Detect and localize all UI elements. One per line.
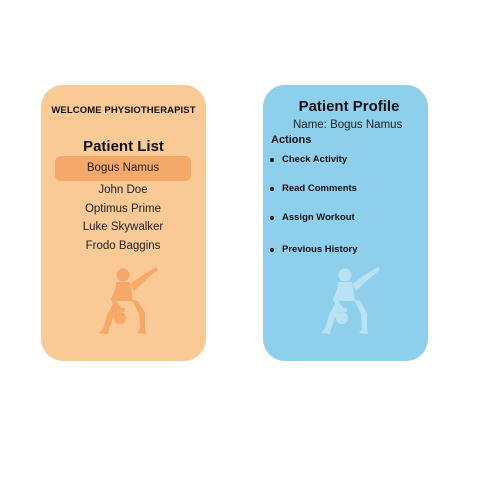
action-read-comments[interactable]: Read Comments	[269, 183, 358, 212]
action-label: Previous History	[282, 244, 358, 255]
action-assign-workout[interactable]: Assign Workout	[269, 212, 358, 241]
bullet-icon	[270, 216, 274, 220]
athlete-figure-icon	[321, 267, 380, 334]
athlete-figure-icon	[99, 267, 158, 334]
patient-item[interactable]: Luke Skywalker	[55, 218, 191, 237]
action-list: Check Activity Read Comments Assign Work…	[269, 154, 358, 273]
action-check-activity[interactable]: Check Activity	[269, 154, 358, 183]
actions-label: Actions	[271, 134, 312, 146]
patient-item[interactable]: Optimus Prime	[55, 200, 191, 219]
action-label: Assign Workout	[282, 212, 355, 223]
bullet-icon	[270, 158, 274, 162]
patient-profile-panel: Patient Profile Name: Bogus Namus Action…	[263, 85, 428, 361]
patient-item-selected[interactable]: Bogus Namus	[55, 156, 191, 181]
profile-name: Name: Bogus Namus	[293, 119, 403, 131]
app-screen: WELCOME PHYSIOTHERAPIST Patient List Bog…	[0, 0, 500, 500]
profile-title: Patient Profile	[298, 98, 400, 115]
welcome-heading: WELCOME PHYSIOTHERAPIST	[51, 105, 196, 116]
patient-item[interactable]: John Doe	[55, 181, 191, 200]
bullet-icon	[270, 248, 274, 252]
patient-item[interactable]: Frodo Baggins	[55, 237, 191, 256]
action-label: Check Activity	[282, 154, 348, 165]
patient-list: Bogus Namus John Doe Optimus Prime Luke …	[55, 156, 191, 255]
action-label: Read Comments	[282, 183, 357, 194]
patient-list-panel: WELCOME PHYSIOTHERAPIST Patient List Bog…	[41, 85, 206, 361]
patient-list-title: Patient List	[83, 138, 164, 155]
bullet-icon	[270, 187, 274, 191]
